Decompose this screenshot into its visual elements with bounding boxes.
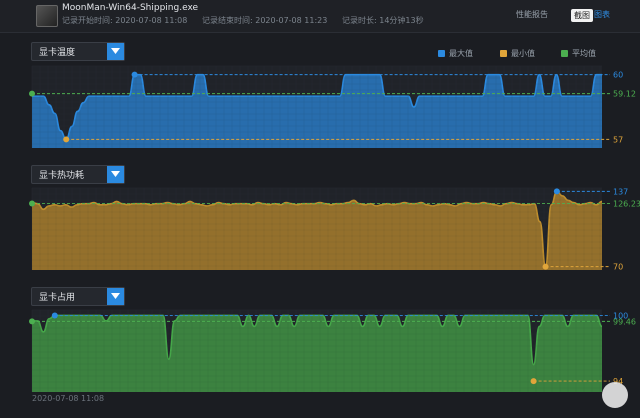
min-value-label: 57 [613,135,623,144]
max-marker [553,188,560,195]
max-value-label: 60 [613,71,623,80]
avg-marker [29,318,35,325]
min-marker [530,378,537,385]
max-marker [51,312,58,319]
min-marker [63,136,70,143]
avg-value-label: 126.23 [613,199,640,208]
footer-timestamp: 2020-07-08 11:08 [32,394,105,403]
min-value-label: 70 [613,263,623,272]
avg-marker [29,200,35,207]
max-marker [131,71,138,78]
avg-marker [29,90,35,97]
watermark-logo [602,382,628,408]
max-value-label: 137 [613,187,628,196]
avg-value-label: 99.46 [613,317,636,326]
gpu-temperature-chart: 6059.1257137126.237010099.4694 [29,65,640,392]
series-area [32,315,602,392]
min-marker [542,263,549,270]
avg-value-label: 59.12 [613,90,636,99]
